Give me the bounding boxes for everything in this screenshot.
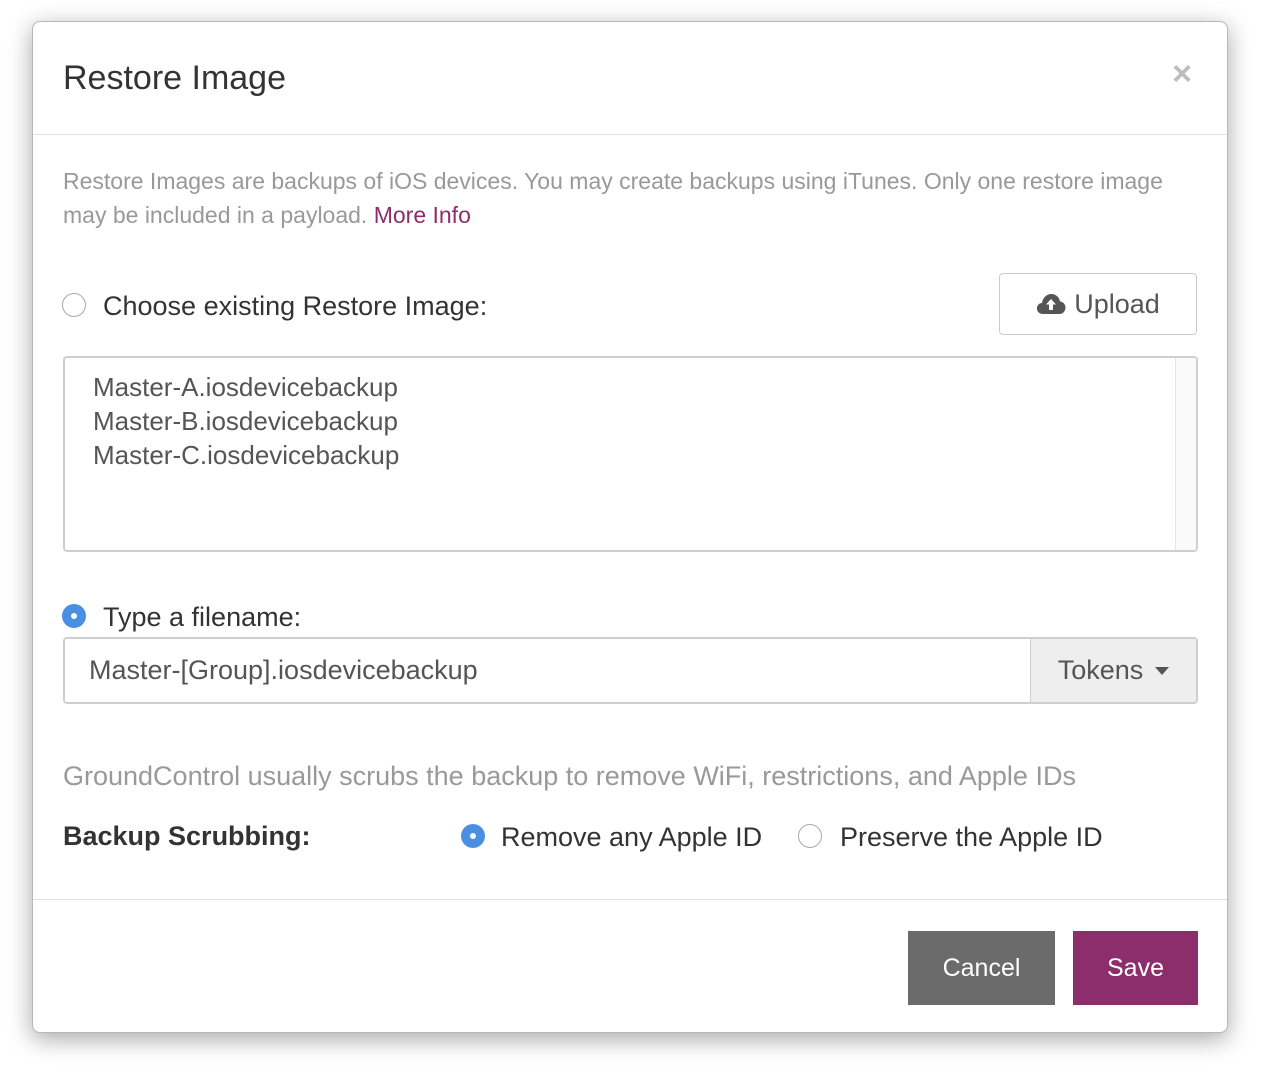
more-info-link[interactable]: More Info (374, 202, 471, 228)
tokens-dropdown-button[interactable]: Tokens (1030, 639, 1196, 702)
backup-scrubbing-label: Backup Scrubbing: (63, 821, 311, 851)
cloud-upload-icon (1037, 294, 1066, 314)
list-item[interactable]: Master-A.iosdevicebackup (93, 370, 399, 404)
type-filename-label: Type a filename: (103, 602, 302, 632)
preserve-apple-id-label: Preserve the Apple ID (840, 822, 1103, 852)
save-button[interactable]: Save (1073, 931, 1198, 1005)
tokens-label: Tokens (1057, 655, 1144, 685)
choose-existing-label: Choose existing Restore Image: (103, 291, 488, 321)
cancel-button[interactable]: Cancel (908, 931, 1055, 1005)
filename-input-group: Tokens (63, 637, 1198, 704)
intro-description: Restore Images are backups of iOS device… (63, 168, 1163, 228)
type-filename-radio[interactable] (62, 604, 86, 628)
upload-button[interactable]: Upload (999, 273, 1197, 335)
restore-image-items: Master-A.iosdevicebackup Master-B.iosdev… (93, 370, 399, 472)
intro-text: Restore Images are backups of iOS device… (63, 164, 1173, 232)
list-scrollbar[interactable] (1175, 358, 1196, 550)
dialog-footer: Cancel Save (33, 899, 1227, 1035)
remove-apple-id-radio[interactable] (461, 824, 485, 848)
scrubbing-info-text: GroundControl usually scrubs the backup … (63, 761, 1076, 791)
list-item[interactable]: Master-B.iosdevicebackup (93, 404, 399, 438)
restore-image-list[interactable]: Master-A.iosdevicebackup Master-B.iosdev… (63, 356, 1198, 552)
list-item[interactable]: Master-C.iosdevicebackup (93, 438, 399, 472)
dialog-title: Restore Image (63, 59, 286, 97)
close-icon[interactable]: × (1167, 54, 1197, 94)
restore-image-dialog: Restore Image × Restore Images are backu… (32, 21, 1228, 1033)
filename-input[interactable] (65, 639, 1030, 702)
choose-existing-radio[interactable] (62, 293, 86, 317)
preserve-apple-id-radio[interactable] (798, 824, 822, 848)
remove-apple-id-label: Remove any Apple ID (501, 822, 763, 852)
upload-label: Upload (1074, 288, 1160, 319)
dialog-header: Restore Image × (33, 22, 1227, 135)
caret-down-icon (1155, 666, 1170, 675)
